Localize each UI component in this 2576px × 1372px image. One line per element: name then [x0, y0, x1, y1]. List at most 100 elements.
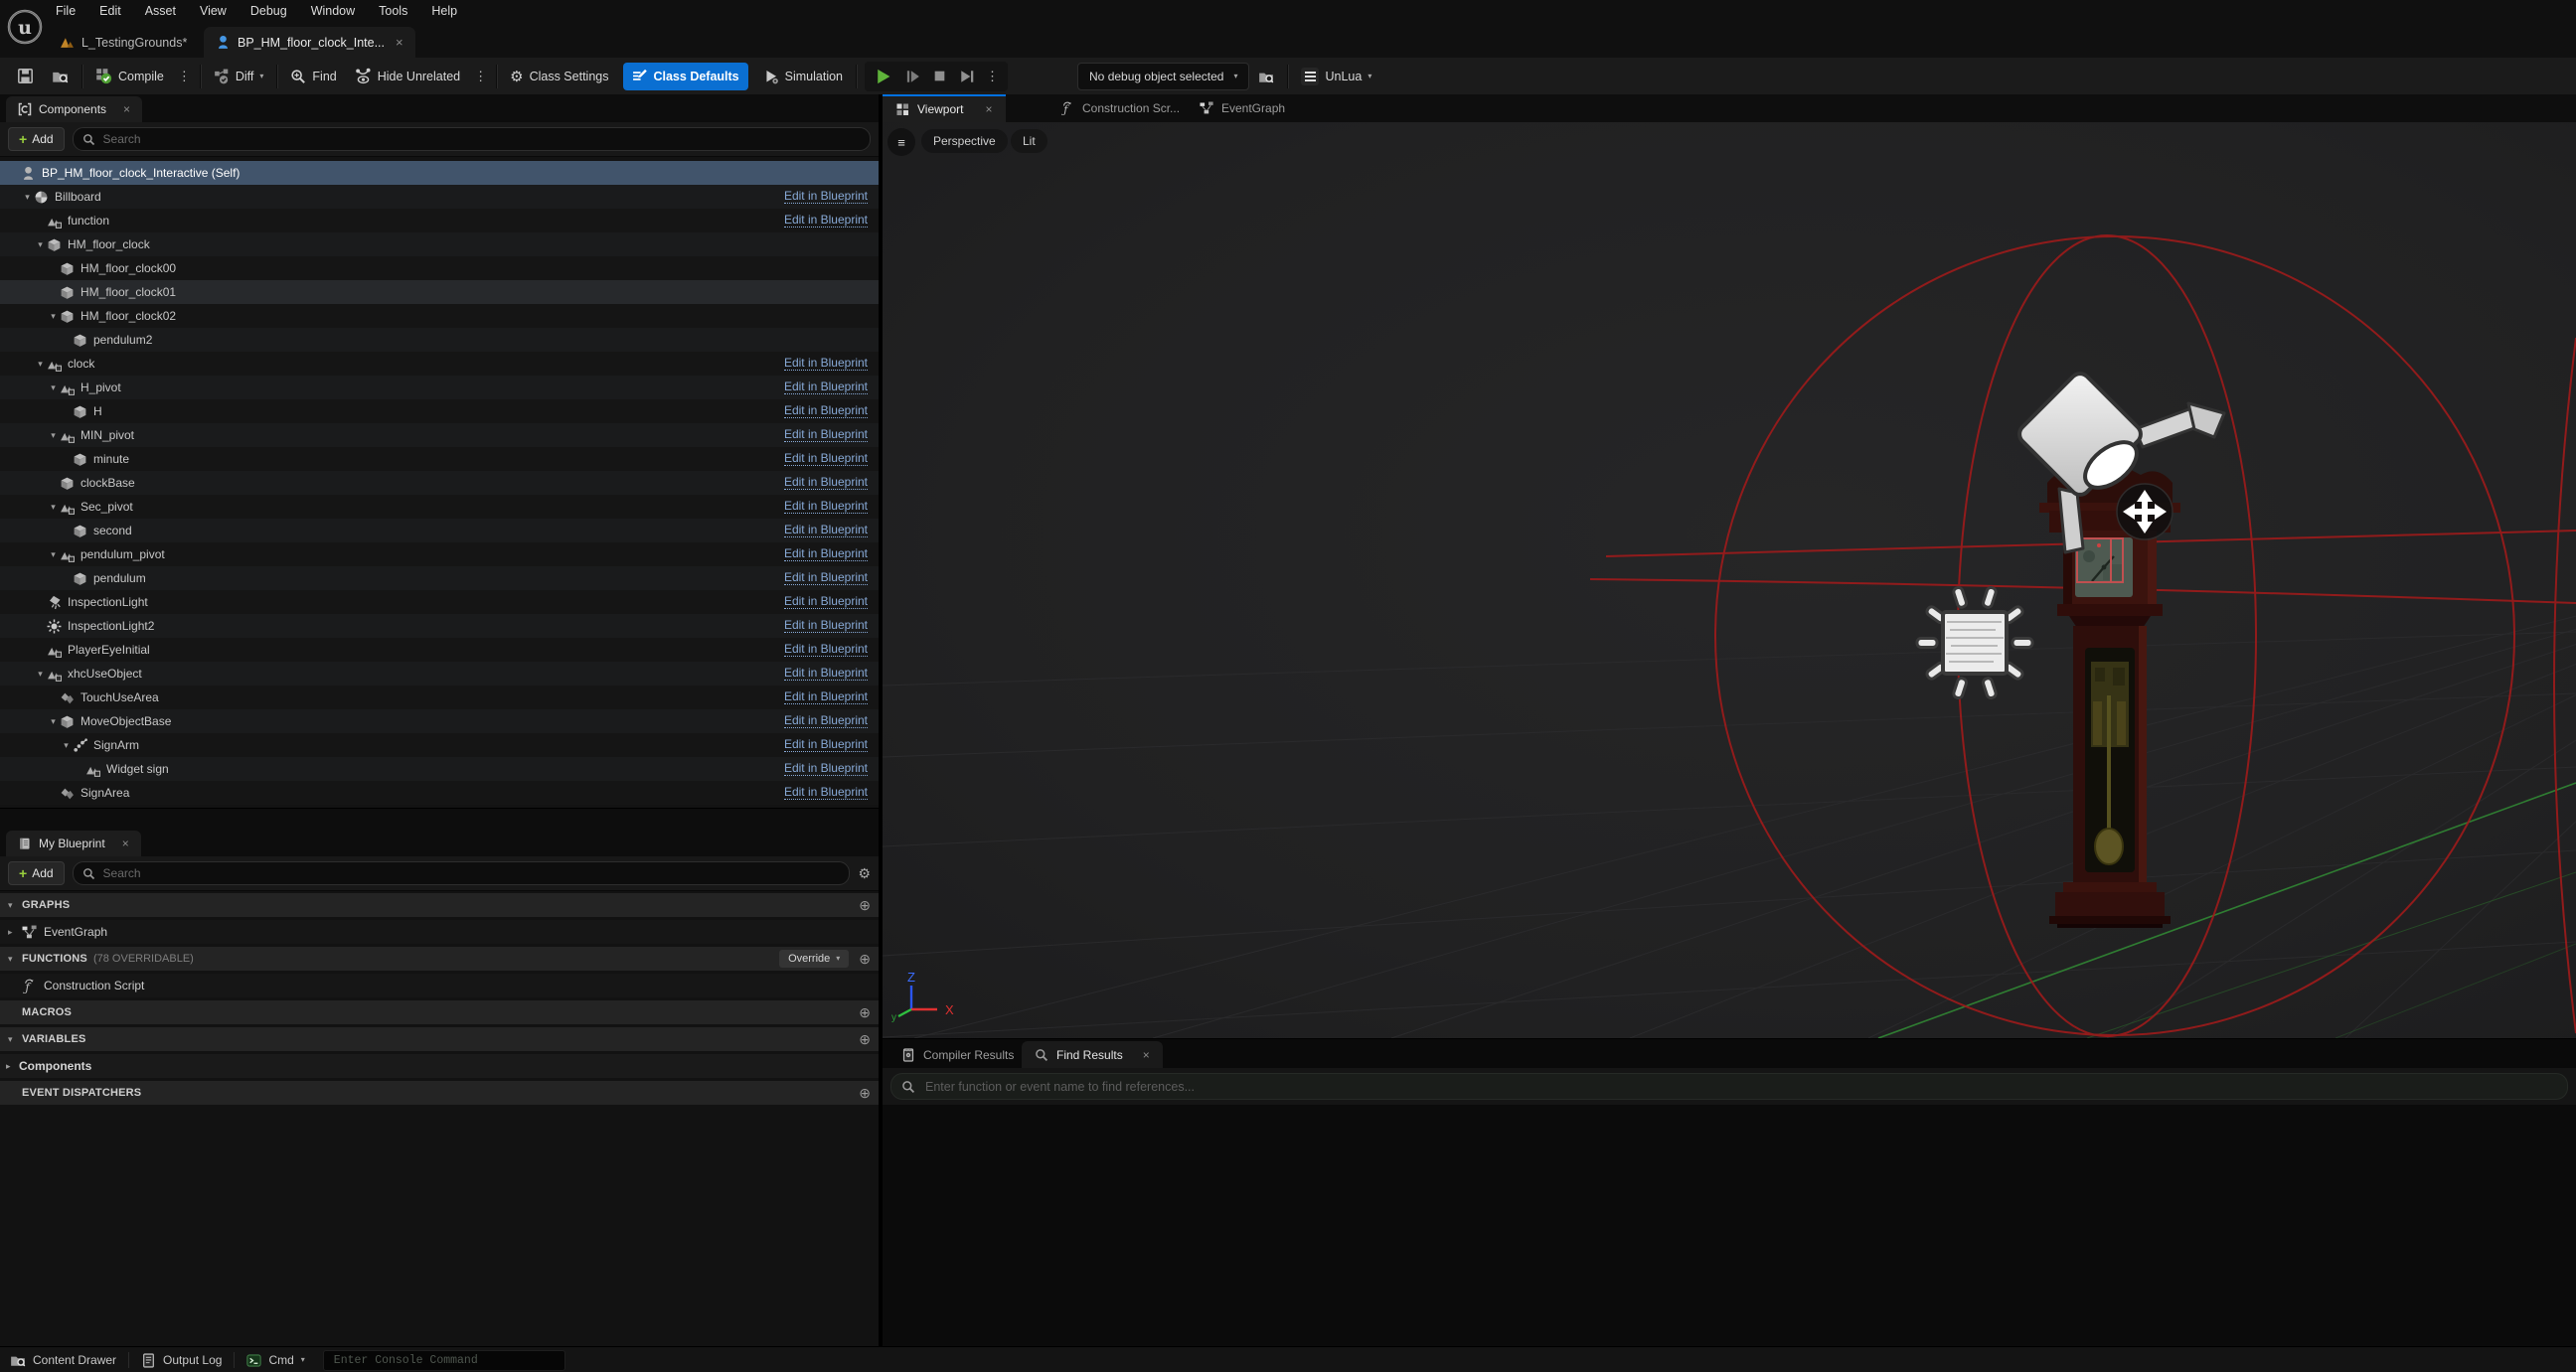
- pointlight-sprite[interactable]: [1917, 586, 2032, 698]
- tab-compiler-results[interactable]: Compiler Results: [888, 1041, 1027, 1069]
- component-row-playereyeinitial[interactable]: PlayerEyeInitialEdit in Blueprint: [0, 638, 879, 662]
- component-row-pendulum-pivot[interactable]: ▾pendulum_pivotEdit in Blueprint: [0, 542, 879, 566]
- section-header-variables[interactable]: ▾VARIABLES⊕: [0, 1027, 879, 1051]
- edit-in-blueprint-link[interactable]: Edit in Blueprint: [784, 547, 868, 561]
- component-row-signarea[interactable]: SignAreaEdit in Blueprint: [0, 781, 879, 805]
- component-row-inspectionlight2[interactable]: InspectionLight2Edit in Blueprint: [0, 614, 879, 638]
- component-row-xhcuseobject[interactable]: ▾xhcUseObjectEdit in Blueprint: [0, 662, 879, 686]
- compile-button[interactable]: Compile: [86, 63, 173, 90]
- cmd-dropdown[interactable]: Cmd ▾: [237, 1347, 314, 1372]
- close-icon[interactable]: ×: [1143, 1048, 1150, 1062]
- tab-eventgraph[interactable]: EventGraph: [1187, 94, 1298, 122]
- component-row-widget-sign[interactable]: Widget signEdit in Blueprint: [0, 757, 879, 781]
- menu-item-view[interactable]: View: [188, 2, 239, 20]
- add-circle-icon[interactable]: ⊕: [859, 1085, 871, 1102]
- component-row-billboard[interactable]: ▾BillboardEdit in Blueprint: [0, 185, 879, 209]
- hide-unrelated-options-icon[interactable]: ⋮: [469, 69, 492, 84]
- menu-item-edit[interactable]: Edit: [87, 2, 133, 20]
- component-row-function[interactable]: functionEdit in Blueprint: [0, 209, 879, 232]
- edit-in-blueprint-link[interactable]: Edit in Blueprint: [784, 690, 868, 704]
- component-row-clock[interactable]: ▾clockEdit in Blueprint: [0, 352, 879, 376]
- component-row-hm-floor-clock00[interactable]: HM_floor_clock00: [0, 256, 879, 280]
- component-row-pendulum2[interactable]: pendulum2: [0, 328, 879, 352]
- compile-options-icon[interactable]: ⋮: [173, 69, 196, 84]
- edit-in-blueprint-link[interactable]: Edit in Blueprint: [784, 428, 868, 442]
- menu-item-help[interactable]: Help: [419, 2, 469, 20]
- edit-in-blueprint-link[interactable]: Edit in Blueprint: [784, 738, 868, 752]
- edit-in-blueprint-link[interactable]: Edit in Blueprint: [784, 381, 868, 394]
- edit-in-blueprint-link[interactable]: Edit in Blueprint: [784, 404, 868, 418]
- component-row-h-pivot[interactable]: ▾H_pivotEdit in Blueprint: [0, 376, 879, 399]
- expander-arrow-icon[interactable]: ▾: [8, 1034, 22, 1045]
- diff-button[interactable]: Diff▾: [205, 63, 273, 90]
- close-icon[interactable]: ×: [122, 837, 129, 850]
- my-blueprint-search-input[interactable]: [101, 865, 841, 881]
- component-row-second[interactable]: secondEdit in Blueprint: [0, 519, 879, 542]
- section-header-macros[interactable]: MACROS⊕: [0, 1000, 879, 1024]
- edit-in-blueprint-link[interactable]: Edit in Blueprint: [784, 214, 868, 228]
- edit-in-blueprint-link[interactable]: Edit in Blueprint: [784, 595, 868, 609]
- edit-in-blueprint-link[interactable]: Edit in Blueprint: [784, 762, 868, 776]
- console-command-box[interactable]: [323, 1350, 565, 1371]
- expander-arrow-icon[interactable]: ▸: [6, 1061, 19, 1072]
- viewport-options-button[interactable]: ≡: [887, 128, 915, 156]
- expander-arrow-icon[interactable]: ▾: [8, 900, 22, 911]
- component-row-hm-floor-clock01[interactable]: HM_floor_clock01: [0, 280, 879, 304]
- section-header-event-dispatchers[interactable]: EVENT DISPATCHERS⊕: [0, 1081, 879, 1105]
- expander-arrow-icon[interactable]: ▾: [60, 740, 73, 751]
- play-button[interactable]: [869, 63, 898, 90]
- expander-arrow-icon[interactable]: ▾: [47, 549, 60, 560]
- menu-item-window[interactable]: Window: [299, 2, 367, 20]
- play-options-icon[interactable]: ⋮: [981, 69, 1004, 84]
- menu-item-debug[interactable]: Debug: [239, 2, 299, 20]
- class-settings-button[interactable]: ⚙ Class Settings: [501, 63, 617, 90]
- simulation-button[interactable]: Simulation: [754, 63, 852, 90]
- menu-item-tools[interactable]: Tools: [367, 2, 419, 20]
- tab-bp-hm-floor-clock[interactable]: BP_HM_floor_clock_Inte... ×: [204, 27, 415, 58]
- section-header-graphs[interactable]: ▾GRAPHS⊕: [0, 893, 879, 917]
- expander-arrow-icon[interactable]: ▸: [8, 927, 22, 938]
- components-search[interactable]: [73, 127, 871, 151]
- add-circle-icon[interactable]: ⊕: [859, 1004, 871, 1021]
- expander-arrow-icon[interactable]: ▾: [34, 239, 47, 250]
- add-blueprint-item-button[interactable]: + Add: [8, 861, 65, 885]
- add-circle-icon[interactable]: ⊕: [859, 951, 871, 968]
- lit-mode-button[interactable]: Lit: [1011, 129, 1047, 153]
- component-row-moveobjectbase[interactable]: ▾MoveObjectBaseEdit in Blueprint: [0, 709, 879, 733]
- edit-in-blueprint-link[interactable]: Edit in Blueprint: [784, 667, 868, 681]
- component-row-minute[interactable]: minuteEdit in Blueprint: [0, 447, 879, 471]
- expander-arrow-icon[interactable]: ▾: [47, 311, 60, 322]
- gear-icon[interactable]: ⚙: [858, 865, 871, 882]
- save-button[interactable]: [8, 63, 43, 90]
- output-log-button[interactable]: Output Log: [131, 1347, 232, 1372]
- unlua-button[interactable]: UnLua ▾: [1292, 63, 1380, 90]
- browse-asset-button[interactable]: [43, 63, 78, 90]
- possess-button[interactable]: [953, 63, 981, 90]
- component-row-inspectionlight[interactable]: InspectionLightEdit in Blueprint: [0, 590, 879, 614]
- debug-browse-button[interactable]: [1249, 63, 1283, 90]
- expander-arrow-icon[interactable]: ▾: [47, 430, 60, 441]
- edit-in-blueprint-link[interactable]: Edit in Blueprint: [784, 357, 868, 371]
- console-command-input[interactable]: [332, 1353, 557, 1368]
- find-results-search[interactable]: [890, 1073, 2568, 1100]
- edit-in-blueprint-link[interactable]: Edit in Blueprint: [784, 643, 868, 657]
- edit-in-blueprint-link[interactable]: Edit in Blueprint: [784, 786, 868, 800]
- menu-item-file[interactable]: File: [44, 2, 87, 20]
- add-component-button[interactable]: + Add: [8, 127, 65, 151]
- tab-my-blueprint[interactable]: My Blueprint ×: [6, 831, 141, 856]
- expander-arrow-icon[interactable]: ▾: [47, 382, 60, 393]
- add-circle-icon[interactable]: ⊕: [859, 897, 871, 914]
- component-row-bp-hm-floor-clock-interactive-self[interactable]: BP_HM_floor_clock_Interactive (Self): [0, 161, 879, 185]
- category-components[interactable]: ▸Components: [0, 1054, 879, 1078]
- close-icon[interactable]: ×: [985, 102, 992, 116]
- edit-in-blueprint-link[interactable]: Edit in Blueprint: [784, 714, 868, 728]
- unreal-engine-logo[interactable]: u: [7, 9, 43, 45]
- find-button[interactable]: Find: [281, 63, 345, 90]
- tab-construction-script[interactable]: Construction Scr...: [1047, 94, 1193, 122]
- expander-arrow-icon[interactable]: ▾: [34, 359, 47, 370]
- edit-in-blueprint-link[interactable]: Edit in Blueprint: [784, 476, 868, 490]
- hide-unrelated-button[interactable]: Hide Unrelated: [346, 63, 469, 90]
- content-drawer-button[interactable]: Content Drawer: [0, 1347, 126, 1372]
- blueprint-item-construction-script[interactable]: Construction Script: [0, 974, 879, 997]
- expander-arrow-icon[interactable]: ▾: [47, 716, 60, 727]
